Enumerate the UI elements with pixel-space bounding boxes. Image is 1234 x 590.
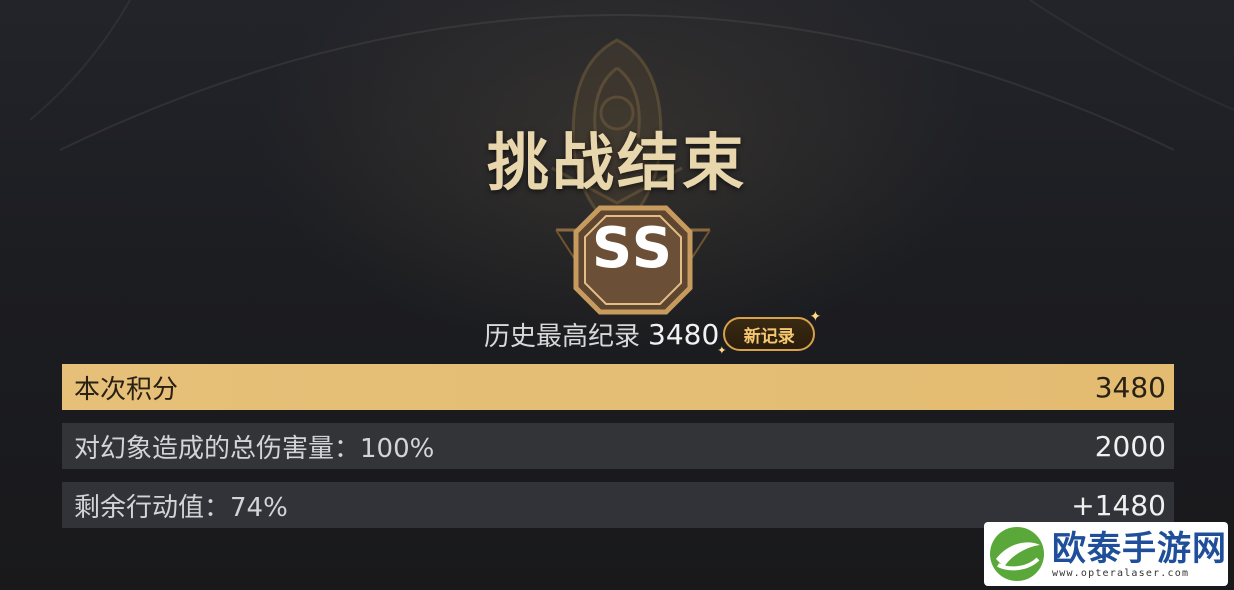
score-row-value: 2000 bbox=[1094, 429, 1166, 463]
score-row-value: +1480 bbox=[1071, 488, 1166, 522]
score-breakdown: 本次积分 3480 对幻象造成的总伤害量：100% 2000 剩余行动值：74%… bbox=[62, 364, 1174, 541]
score-row-label: 剩余行动值：74% bbox=[74, 492, 288, 523]
score-row-total: 本次积分 3480 bbox=[62, 364, 1174, 410]
site-watermark: 欧泰手游网 www.opteralaser.com bbox=[984, 522, 1228, 586]
score-row-label: 对幻象造成的总伤害量：100% bbox=[74, 433, 435, 464]
score-row-value: 3480 bbox=[1094, 370, 1166, 404]
new-record-badge-label: 新记录 bbox=[743, 326, 795, 347]
score-row-label: 本次积分 bbox=[74, 374, 179, 405]
leaf-swoosh-logo-icon bbox=[990, 527, 1044, 581]
history-record: 历史最高纪录 3480 新记录 ✦ ✦ bbox=[484, 309, 821, 357]
score-row-damage: 对幻象造成的总伤害量：100% 2000 bbox=[62, 423, 1174, 469]
challenge-result-screen: 挑战结束 SS 历史最高纪录 3480 新记录 ✦ ✦ 本次积分 3480 对幻… bbox=[0, 0, 1234, 590]
watermark-name: 欧泰手游网 bbox=[1052, 528, 1227, 569]
history-record-value: 3480 bbox=[648, 317, 720, 351]
rank-grade: SS bbox=[591, 216, 675, 281]
new-record-badge: 新记录 ✦ ✦ bbox=[717, 309, 821, 357]
history-record-label: 历史最高纪录 bbox=[484, 321, 641, 352]
watermark-url: www.opteralaser.com bbox=[1052, 567, 1190, 579]
sparkle-icon: ✦ bbox=[809, 309, 822, 325]
result-title: 挑战结束 bbox=[486, 126, 747, 199]
sparkle-icon: ✦ bbox=[717, 344, 727, 357]
